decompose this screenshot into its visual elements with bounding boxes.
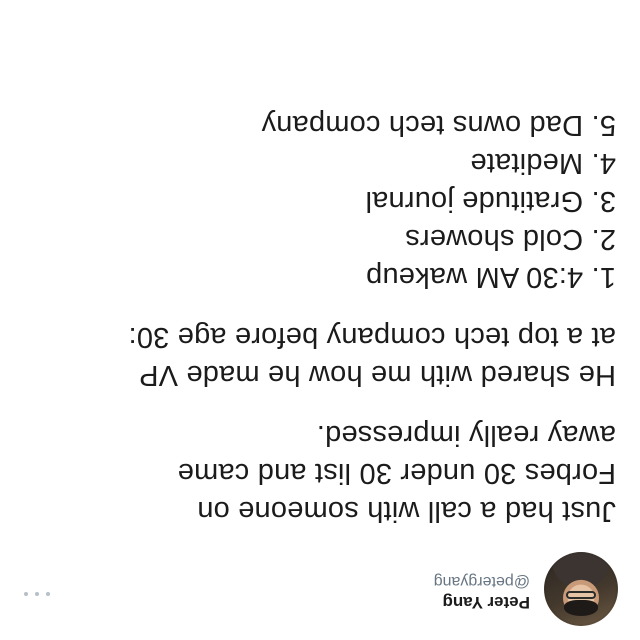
shared-line: at a top tech company before age 30: <box>128 321 616 353</box>
list-item: 1. 4:30 AM wakeup <box>365 261 616 293</box>
tweet-body: Just had a call with someone on Forbes 3… <box>16 106 616 530</box>
list-item: 5. Dad owns tech company <box>261 109 616 141</box>
rotated-screen: Peter Yang @petergyang Just had a call w… <box>0 0 640 640</box>
ellipsis-dot <box>35 592 39 596</box>
tweet-header: Peter Yang @petergyang <box>18 552 618 626</box>
shared-line: He shared with me how he made VP <box>138 359 616 391</box>
ellipsis-dot <box>24 592 28 596</box>
author-names: Peter Yang @petergyang <box>434 570 530 612</box>
avatar[interactable] <box>544 552 618 626</box>
avatar-glasses <box>566 591 596 599</box>
intro-line: away really impressed. <box>316 419 616 451</box>
list-item: 3. Gratitude journal <box>365 185 616 217</box>
author-display-name[interactable]: Peter Yang <box>434 592 530 612</box>
author-handle[interactable]: @petergyang <box>434 570 530 592</box>
intro-line: Forbes 30 under 30 list and came <box>177 457 616 489</box>
avatar-hair <box>564 600 598 616</box>
intro-line: Just had a call with someone on <box>197 495 616 527</box>
ellipsis-icon[interactable] <box>20 584 54 604</box>
list-item: 4. Meditate <box>470 147 616 179</box>
list-item: 2. Cold showers <box>405 223 616 255</box>
ellipsis-dot <box>46 592 50 596</box>
tweet-card[interactable]: Peter Yang @petergyang Just had a call w… <box>0 0 640 640</box>
